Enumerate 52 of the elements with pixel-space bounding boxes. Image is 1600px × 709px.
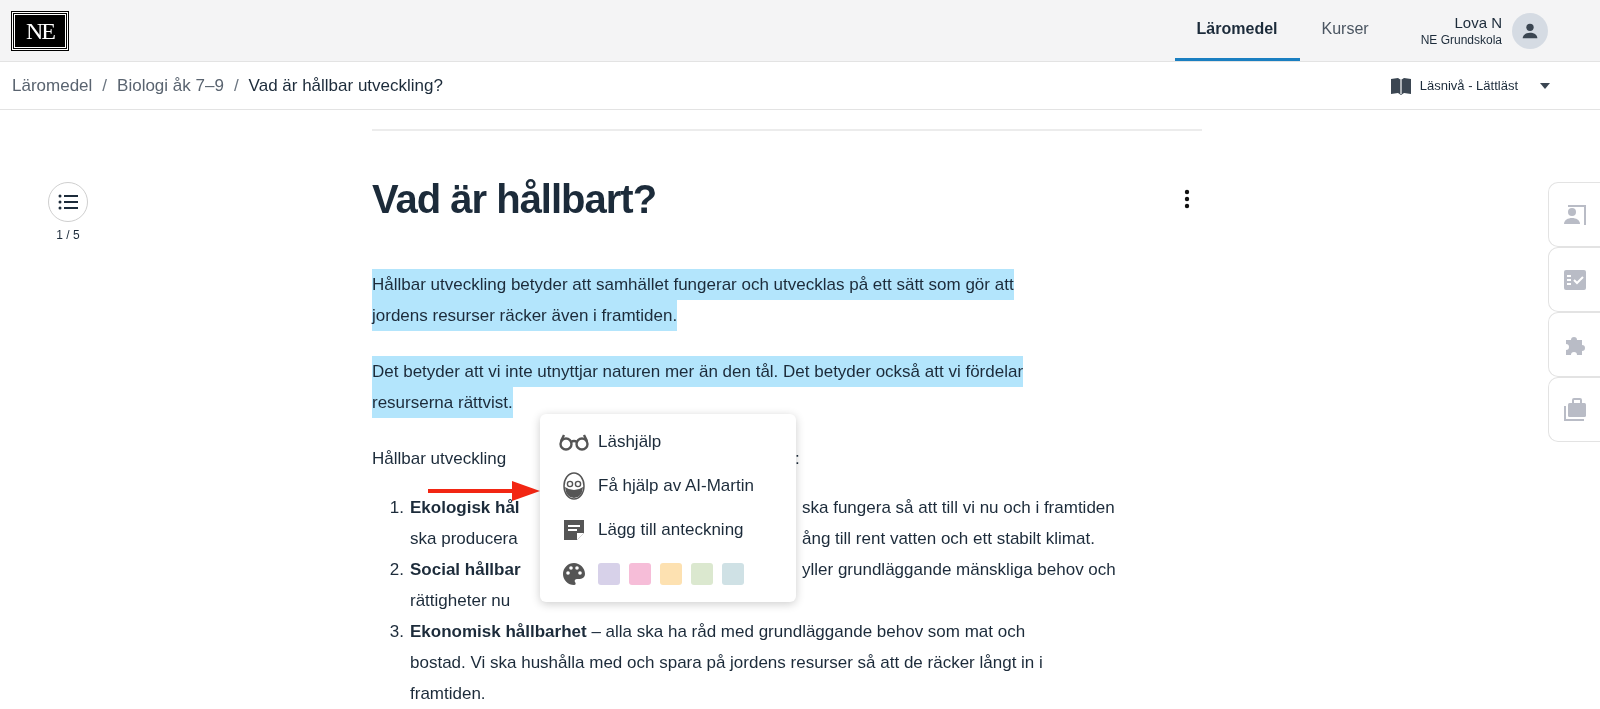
caret-icon — [1540, 82, 1550, 89]
page-counter: 1 / 5 — [56, 227, 80, 244]
breadcrumb-link[interactable]: Vad är hållbar utveckling? — [248, 72, 443, 99]
color-swatch[interactable] — [660, 563, 682, 585]
briefcase-icon — [1562, 397, 1587, 422]
person-card-icon — [1562, 203, 1587, 226]
list-item-text: yller grundläggande mänskliga behov och — [802, 559, 1116, 581]
side-tab[interactable] — [1548, 377, 1600, 442]
side-tab[interactable] — [1548, 247, 1600, 312]
palette-icon — [562, 562, 586, 586]
book-icon — [1389, 76, 1412, 95]
nav-tab[interactable]: Kurser — [1299, 0, 1391, 61]
paragraph: : — [795, 448, 800, 470]
list-item-text: Social hållbar — [410, 560, 521, 579]
glasses-icon — [559, 433, 589, 451]
side-tab[interactable] — [1548, 182, 1600, 247]
list-item-text: ska producera — [410, 529, 518, 548]
user-name: Lova N — [1454, 13, 1502, 32]
list-item-text: bostad. Vi ska hushålla med och spara på jordens resurser så att de räcker långt in i — [410, 653, 1043, 672]
list-item-text: rättigheter nu — [410, 591, 511, 610]
list-item-text: ska fungera så att till vi nu och i framtiden — [802, 497, 1115, 519]
color-swatch[interactable] — [722, 563, 744, 585]
list-item-text: Ekonomisk hållbarhet – alla ska ha råd med grundläggande behov som mat och — [410, 622, 1026, 641]
color-swatch[interactable] — [629, 563, 651, 585]
paragraph: Hållbar utveckling — [372, 449, 507, 468]
nav-tab[interactable]: Läromedel — [1174, 0, 1300, 61]
menu-item[interactable]: Läshjälp — [540, 420, 796, 464]
school-name: NE Grundskola — [1420, 31, 1502, 48]
breadcrumb-separator: / — [233, 74, 239, 97]
breadcrumb-separator: / — [102, 74, 108, 97]
list-item-text: ång till rent vatten och ett stabilt klimat. — [802, 528, 1095, 550]
more-options-icon[interactable] — [1184, 189, 1190, 209]
side-tab[interactable] — [1548, 312, 1600, 377]
checklist-icon — [1562, 268, 1587, 291]
list-item-text: Ekologisk hål — [410, 498, 520, 517]
menu-item[interactable]: Få hjälp av AI-Martin — [540, 464, 796, 508]
list-number: 2. — [388, 559, 405, 581]
color-swatch[interactable] — [691, 563, 713, 585]
breadcrumb-link[interactable]: Biologi åk 7–9 — [117, 72, 224, 99]
list-item-text: framtiden. — [410, 684, 486, 703]
bearded-avatar-icon — [562, 472, 586, 500]
color-swatch[interactable] — [598, 563, 620, 585]
note-icon — [563, 519, 585, 541]
section-title: Vad är hållbart? — [372, 176, 657, 223]
avatar-icon[interactable] — [1512, 12, 1548, 49]
reading-level-dropdown[interactable]: Läsnivå - Lättläst — [1389, 75, 1550, 96]
list-icon — [58, 194, 78, 210]
breadcrumb-link[interactable]: Läromedel — [12, 72, 93, 99]
logo[interactable]: NE — [12, 11, 68, 50]
list-number: 1. — [388, 497, 405, 519]
menu-item[interactable]: Lägg till anteckning — [540, 508, 796, 552]
list-number: 3. — [388, 621, 405, 643]
